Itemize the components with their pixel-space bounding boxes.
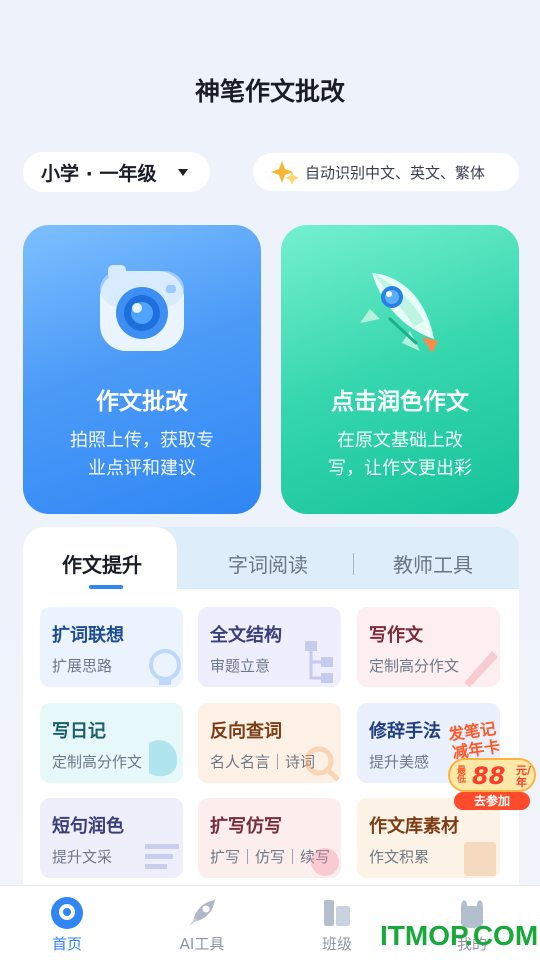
rocket-icon: [189, 900, 215, 926]
lines-icon: [145, 844, 179, 869]
card-desc-line: 在原文基础上改: [337, 430, 463, 451]
promo-price-box: 最低 88 元/年: [448, 758, 536, 792]
tool-word-association[interactable]: 扩词联想 扩展思路: [40, 607, 183, 687]
essay-correct-card[interactable]: 作文批改 拍照上传，获取专 业点评和建议: [23, 225, 261, 514]
rocket-icon: [360, 273, 438, 353]
book-icon: [464, 842, 496, 876]
tool-sentence-polish[interactable]: 短句润色 提升文采: [40, 798, 183, 878]
tool-write-essay[interactable]: 写作文 定制高分作文: [357, 607, 500, 687]
promo-price: 88: [472, 762, 506, 790]
nav-class[interactable]: 班级: [297, 896, 377, 954]
nav-label: 班级: [321, 935, 352, 953]
swirl-icon: [311, 848, 339, 876]
lightbulb-icon: [149, 649, 181, 685]
structure-icon: [305, 641, 333, 683]
language-detect-pill: 自动识别中文、英文、繁体: [253, 153, 519, 191]
nav-home[interactable]: 首页: [27, 896, 107, 954]
tools-panel: 作文提升 字词阅读 教师工具 扩词联想 扩展思路 全文结构 审题立意 写作文 定…: [23, 527, 519, 889]
tool-reverse-lookup[interactable]: 反向查词 名人名言｜诗词: [198, 703, 341, 783]
tool-expand-imitate[interactable]: 扩写仿写 扩写｜仿写｜续写: [198, 798, 341, 878]
nav-label: 首页: [51, 935, 82, 953]
diary-icon: [149, 740, 178, 777]
tool-essay-library[interactable]: 作文库素材 作文积累: [357, 798, 500, 878]
promo-join-button[interactable]: 去参加: [454, 792, 530, 810]
nav-ai-tools[interactable]: AI工具: [162, 896, 242, 954]
caret-down-icon: [178, 169, 188, 176]
tab-essay-improve[interactable]: 作文提升: [62, 549, 142, 578]
card-desc-line: 拍照上传，获取专: [70, 430, 214, 451]
promo-unit: 元/年: [516, 764, 532, 789]
tool-write-diary[interactable]: 写日记 定制高分作文: [40, 703, 183, 783]
page-title: 神笔作文批改: [194, 77, 345, 106]
card-description: 拍照上传，获取专 业点评和建议: [23, 427, 261, 483]
tab-teacher-tools[interactable]: 教师工具: [393, 549, 473, 578]
search-icon: [304, 746, 341, 783]
watermark: ITMOP.COM: [380, 920, 539, 951]
grade-selector[interactable]: 小学 · 一年级: [23, 152, 210, 192]
tab-divider: [353, 553, 354, 575]
grade-label: 小学 · 一年级: [41, 162, 157, 185]
home-icon: [51, 897, 83, 929]
card-desc-line: 业点评和建议: [88, 458, 196, 479]
sparkle-icon: [271, 161, 299, 185]
tab-word-reading[interactable]: 字词阅读: [228, 549, 308, 578]
pencil-icon: [464, 651, 498, 687]
class-icon: [324, 900, 350, 926]
card-title: 作文批改: [96, 389, 188, 415]
tool-full-structure[interactable]: 全文结构 审题立意: [198, 607, 341, 687]
card-desc-line: 写，让作文更出彩: [328, 458, 472, 479]
polish-essay-card[interactable]: 点击润色作文 在原文基础上改 写，让作文更出彩: [281, 225, 519, 514]
card-title: 点击润色作文: [331, 389, 469, 415]
camera-icon: [100, 265, 184, 351]
card-description: 在原文基础上改 写，让作文更出彩: [281, 427, 519, 483]
annual-card-promo[interactable]: 发笔记 减年卡 最低 88 元/年 去参加: [444, 718, 540, 810]
nav-label: AI工具: [179, 935, 225, 953]
active-tab-indicator: [89, 585, 123, 589]
promo-tag: 最低: [457, 766, 467, 785]
language-detect-label: 自动识别中文、英文、繁体: [305, 163, 486, 182]
